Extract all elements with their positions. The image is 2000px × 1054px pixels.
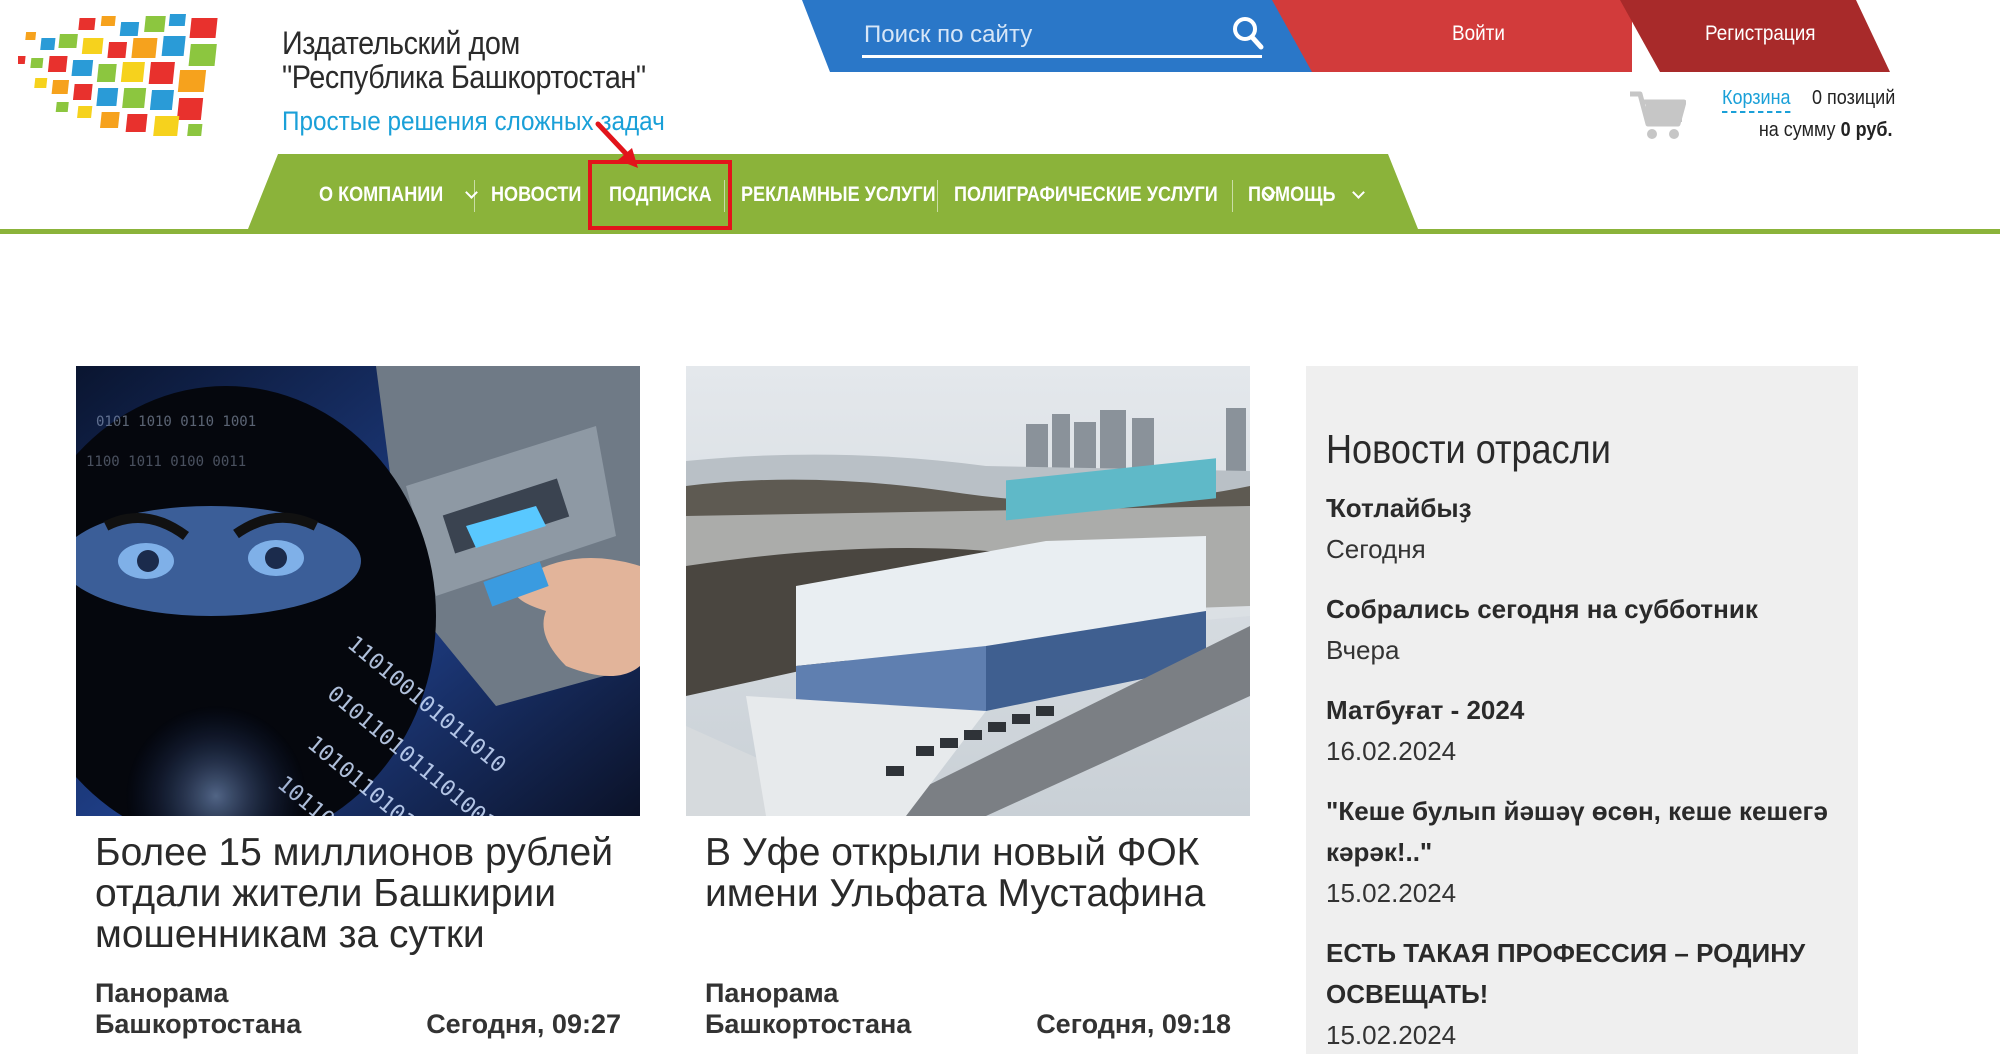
news-card-source: Панорама Башкортостана: [705, 978, 912, 1039]
nav-item-advertising[interactable]: РЕКЛАМНЫЕ УСЛУГИ: [741, 178, 967, 212]
nav-label: НОВОСТИ: [491, 183, 582, 206]
cart-icon[interactable]: [1628, 90, 1686, 142]
svg-text:0101 1010 0110 1001: 0101 1010 0110 1001: [96, 414, 256, 430]
news-card-date: Сегодня, 09:27: [426, 1009, 621, 1039]
login-link[interactable]: Войти: [1452, 22, 1505, 46]
sidebar-news-date: 16.02.2024: [1326, 736, 1457, 766]
nav-label: О КОМПАНИИ: [319, 183, 444, 206]
search-icon[interactable]: [1230, 14, 1266, 54]
hacker-atm-image: 1010110101100101 0101101011101001 110100…: [76, 366, 640, 816]
nav-divider: [937, 180, 938, 212]
sidebar-news-title[interactable]: Матбуғат - 2024: [1326, 690, 1846, 731]
brand-title-line2: "Республика Башкортостан": [282, 59, 646, 95]
nav-item-printing[interactable]: ПОЛИГРАФИЧЕСКИЕ УСЛУГИ: [954, 178, 1276, 212]
nav-item-company[interactable]: О КОМПАНИИ: [319, 178, 479, 212]
nav-label: ПОМОЩЬ: [1248, 183, 1336, 206]
sidebar-news-item[interactable]: ЕСТЬ ТАКАЯ ПРОФЕССИЯ – РОДИНУ ОСВЕЩАТЬ! …: [1326, 933, 1846, 1054]
news-card[interactable]: В Уфе открыли новый ФОК имени Ульфата Му…: [686, 366, 1250, 1039]
logo-mosaic-icon[interactable]: [18, 14, 248, 138]
sidebar-news-title[interactable]: Ҡотлайбыҙ: [1326, 488, 1846, 529]
cart-sum-prefix: на сумму: [1758, 119, 1836, 141]
chevron-down-icon: [465, 185, 479, 199]
sidebar-news-date: 15.02.2024: [1326, 878, 1457, 908]
page: Издательский дом "Республика Башкортоста…: [0, 0, 2000, 1054]
sidebar-news-item[interactable]: Матбуғат - 2024 16.02.2024: [1326, 690, 1846, 772]
sidebar-news-item[interactable]: Собрались сегодня на субботник Вчера: [1326, 589, 1846, 671]
news-card-date: Сегодня, 09:18: [1036, 1009, 1231, 1039]
cart-sum-value: 0 руб.: [1840, 119, 1892, 141]
sidebar-news-date: Сегодня: [1326, 534, 1426, 564]
nav-divider: [1232, 180, 1233, 212]
sidebar-news-item[interactable]: "Кеше булып йәшәү өсөн, кеше кешегә кәрә…: [1326, 791, 1846, 914]
sidebar-title: Новости отрасли: [1326, 426, 1611, 472]
red-arrow-icon: [595, 121, 638, 168]
sidebar-news-item[interactable]: Ҡотлайбыҙ Сегодня: [1326, 488, 1846, 570]
sidebar-news-title[interactable]: ЕСТЬ ТАКАЯ ПРОФЕССИЯ – РОДИНУ ОСВЕЩАТЬ!: [1326, 933, 1846, 1015]
nav-divider: [474, 180, 475, 212]
nav-label: ПОЛИГРАФИЧЕСКИЕ УСЛУГИ: [954, 183, 1218, 206]
nav-item-news[interactable]: НОВОСТИ: [491, 178, 596, 212]
cart-link[interactable]: Корзина: [1722, 85, 1791, 113]
search-input[interactable]: [862, 14, 1262, 58]
cart-sum: на сумму 0 руб.: [1758, 117, 1892, 143]
cart-count: 0 позиций: [1812, 87, 1896, 109]
news-card-image[interactable]: [686, 366, 1250, 816]
sidebar-news-title[interactable]: Собрались сегодня на субботник: [1326, 589, 1846, 630]
nav-label: РЕКЛАМНЫЕ УСЛУГИ: [741, 183, 936, 206]
sidebar-news-date: Вчера: [1326, 635, 1400, 665]
brand-title-line1: Издательский дом: [282, 25, 520, 61]
register-link[interactable]: Регистрация: [1705, 22, 1815, 46]
sidebar-news-date: 15.02.2024: [1326, 1020, 1457, 1050]
sports-complex-image: [686, 366, 1250, 816]
news-card-image[interactable]: 1010110101100101 0101101011101001 110100…: [76, 366, 640, 816]
nav-item-help[interactable]: ПОМОЩЬ: [1248, 178, 1365, 212]
news-card[interactable]: 1010110101100101 0101101011101001 110100…: [76, 366, 640, 1039]
news-card-title[interactable]: В Уфе открыли новый ФОК имени Ульфата Му…: [705, 832, 1245, 914]
industry-news-sidebar: Новости отрасли Ҡотлайбыҙ Сегодня Собрал…: [1306, 366, 1858, 1054]
chevron-down-icon: [1351, 185, 1365, 199]
sidebar-news-title[interactable]: "Кеше булып йәшәү өсөн, кеше кешегә кәрә…: [1326, 791, 1846, 873]
news-card-title[interactable]: Более 15 миллионов рублей отдали жители …: [95, 832, 635, 955]
svg-text:1100 1011 0100 0011: 1100 1011 0100 0011: [86, 454, 246, 470]
news-card-source: Панорама Башкортостана: [95, 978, 302, 1039]
